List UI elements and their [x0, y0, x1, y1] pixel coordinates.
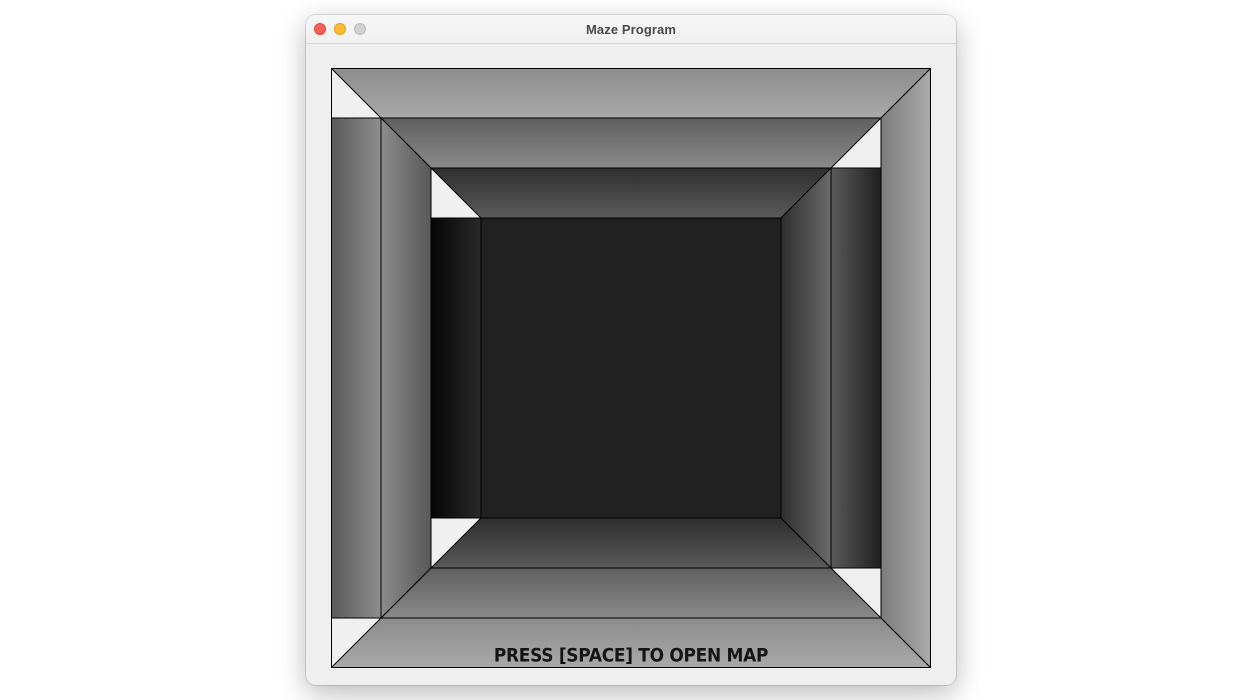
right-wall-far: [780, 166, 832, 570]
open-map-hint: PRESS [SPACE] TO OPEN MAP: [493, 645, 769, 667]
maze-program-window: Maze Program PRESS [SPACE] TO OPEN MAP: [306, 15, 956, 685]
left-wall-mid: [380, 116, 432, 620]
maze-3d-view[interactable]: PRESS [SPACE] TO OPEN MAP: [331, 68, 931, 668]
ceiling-mid: [379, 117, 883, 169]
back-wall: [480, 217, 782, 519]
left-wall-opening-3: [430, 217, 482, 519]
left-wall-opening-1: [331, 117, 382, 619]
ceiling-far: [429, 167, 833, 219]
title-bar[interactable]: Maze Program: [306, 15, 956, 44]
window-title: Maze Program: [585, 22, 677, 37]
maze-corridor-render: [331, 68, 931, 668]
right-wall-opening-2: [830, 167, 882, 569]
right-wall-near: [880, 68, 931, 668]
ceiling-near: [331, 68, 931, 119]
floor-far: [429, 517, 833, 569]
floor-mid: [379, 567, 883, 619]
